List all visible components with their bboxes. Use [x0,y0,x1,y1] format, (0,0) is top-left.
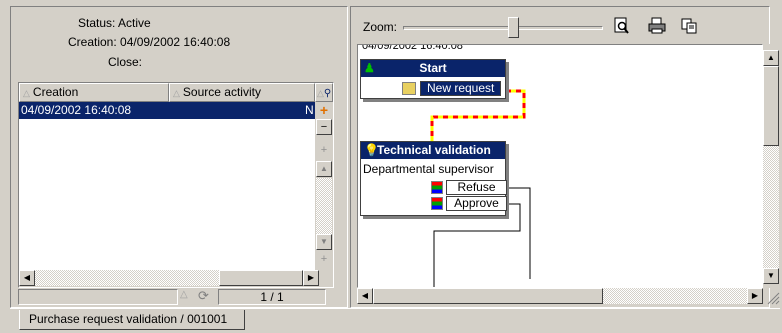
column-header-creation[interactable]: △ Creation [19,83,169,102]
zoom-slider[interactable] [403,26,603,30]
arrow-down-icon: ▼ [767,271,775,280]
vertical-scroll-thumb[interactable] [763,66,779,146]
bulb-icon: 💡 [364,143,379,157]
port-approve[interactable]: Approve [431,196,507,211]
column-header-source-activity[interactable]: △ Source activity [169,83,315,102]
arrow-left-icon: ◀ [23,273,31,282]
scroll-right-button[interactable]: ▶ [747,288,763,304]
arrow-left-icon: ◀ [361,291,369,300]
arrow-up-icon: ▲ [320,164,328,173]
sort-triangle-icon: △ [173,88,180,98]
remove-row-button[interactable]: − [316,119,332,135]
diagram-horizontal-scrollbar[interactable]: ◀ ▶ [357,288,763,305]
creation-label: Creation: 04/09/2002 16:40:08 [68,35,231,49]
vertical-scroll-track[interactable] [316,178,332,234]
history-grid[interactable]: △ Creation △ Source activity △⚲ 04/09/2002… [18,82,334,288]
pager-bar: △ ⟳ 1 / 1 [18,288,334,306]
zoom-fit-icon[interactable] [612,16,632,36]
start-node[interactable]: ♟ Start New request [360,59,506,99]
plus-icon: + [320,253,328,265]
outcome-icon [431,197,443,210]
scroll-down-button[interactable]: ▼ [316,234,332,250]
event-icon [402,82,416,95]
diagram-vertical-scrollbar[interactable]: ▲ ▼ [763,44,780,288]
arrow-right-icon: ▶ [751,291,759,300]
port-new-request[interactable]: New request [402,81,502,96]
minus-icon: − [320,121,328,133]
page-counter: 1 / 1 [218,289,326,305]
sort-triangle-icon: △ [23,88,30,98]
refuse-link [506,187,531,279]
horizontal-scrollbar[interactable]: ◀ ▶ [19,270,333,287]
node-subtitle: Departmental supervisor [363,162,494,176]
scroll-down-button[interactable]: ▼ [763,268,779,284]
vertical-scroll-track[interactable] [763,146,779,268]
status-label: Status: Active [78,16,151,30]
scroll-left-button[interactable]: ◀ [357,288,373,304]
horizontal-scroll-thumb[interactable] [219,270,303,286]
scroll-up-button[interactable]: ▲ [316,161,332,177]
resize-grip-icon[interactable] [764,289,780,305]
arrow-down-icon: ▼ [320,237,328,246]
column-search-button[interactable]: △⚲ [315,83,333,102]
approve-link [433,203,521,287]
sort-triangle-icon: △ [180,289,188,300]
copy-icon[interactable] [680,16,700,36]
close-label: Close: [108,55,143,69]
outcome-icon [431,181,443,194]
side-toolbar: + − + ▲ ▼ + [315,102,333,270]
tab-purchase-request-validation[interactable]: Purchase request validation / 001001 [19,310,245,330]
technical-validation-node[interactable]: 💡 Technical validation Departmental supe… [360,141,507,216]
print-icon[interactable] [647,16,667,36]
tab-strip-line [10,308,780,309]
expand-button[interactable]: + [316,143,332,159]
expand-button-bottom[interactable]: + [316,252,332,268]
horizontal-scroll-thumb[interactable] [373,288,603,304]
pager-spacer [18,289,178,305]
technical-validation-title: 💡 Technical validation [361,142,505,159]
refresh-icon[interactable]: ⟳ [198,288,209,304]
horizontal-scroll-track[interactable] [35,270,219,286]
arrow-right-icon: ▶ [307,273,315,282]
horizontal-scroll-track[interactable] [603,288,747,304]
arrow-up-icon: ▲ [767,53,775,62]
row-creation: 04/09/2002 16:40:08 [21,103,132,117]
plus-icon: + [320,144,328,156]
add-row-icon[interactable]: + [316,103,332,119]
workflow-diagram[interactable]: 04/09/2002 16:40:08 ♟ Start New request … [357,44,763,288]
start-node-title: ♟ Start [361,60,505,77]
row-source-activity: N [305,103,314,117]
zoom-slider-thumb[interactable] [508,17,519,38]
scroll-right-button[interactable]: ▶ [303,270,319,286]
scroll-up-button[interactable]: ▲ [763,50,779,66]
magnifier-icon: ⚲ [323,88,332,99]
person-icon: ♟ [364,61,375,75]
sort-triangle-icon: △ [317,88,324,98]
port-refuse[interactable]: Refuse [431,180,507,195]
table-row[interactable]: 04/09/2002 16:40:08 N [19,102,315,119]
zoom-label: Zoom: [363,20,398,34]
scroll-left-button[interactable]: ◀ [19,270,35,286]
